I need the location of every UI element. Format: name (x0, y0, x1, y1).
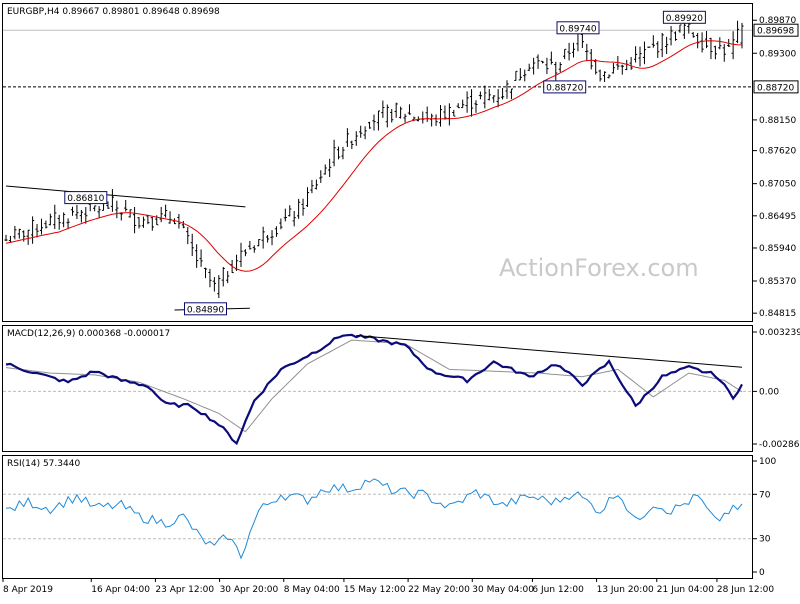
time-axis-label: 23 Apr 12:00 (155, 585, 214, 595)
time-axis-label: 6 Jun 12:00 (532, 585, 584, 595)
macd-line (5, 333, 743, 446)
rsi-line (5, 478, 743, 560)
time-axis-label: 8 Apr 2019 (3, 585, 53, 595)
macd-axis-label: 0.00 (759, 387, 779, 397)
macd-trendline (356, 334, 743, 368)
macd-axis-label: -0.002868 (759, 440, 800, 450)
macd-signal-line (5, 339, 743, 433)
rsi-axis-label: 100 (759, 457, 776, 467)
macd-layer (3, 333, 752, 446)
price-panel-title: EURGBP,H4 0.89667 0.89801 0.89648 0.8969… (7, 7, 220, 17)
eurgbp-h4-chart: ActionForex.com 0.86810 0.84890 0.89740 0.8… (0, 0, 800, 600)
time-axis-label: 30 May 04:00 (472, 585, 534, 595)
current-price-label: 0.89698 (757, 27, 794, 37)
watermark: ActionForex.com (499, 254, 699, 282)
time-axis-label: 13 Jun 20:00 (597, 585, 654, 595)
price-axis-label: 0.85940 (759, 244, 796, 254)
rsi-panel-frame (2, 455, 753, 579)
chart-canvas: ActionForex.com 0.86810 0.84890 0.89740 0.8… (2, 3, 800, 595)
rsi-layer (3, 478, 752, 560)
price-axis-label: 0.85370 (759, 277, 796, 287)
price-axis-label: 0.87620 (759, 147, 796, 157)
macd-panel-title: MACD(12,26,9) 0.000368 -0.000017 (7, 329, 170, 339)
price-axis-label: 0.88150 (759, 116, 796, 126)
price-axis-label: 0.86495 (759, 212, 796, 222)
time-axis-label: 22 May 20:00 (408, 585, 470, 595)
rsi-axis-label: 70 (759, 490, 771, 500)
rsi-axis-label: 30 (759, 535, 771, 545)
price-annotation-label: 0.89740 (559, 24, 596, 34)
time-axis-label: 28 Jun 12:00 (717, 585, 774, 595)
macd-panel-frame (2, 325, 753, 452)
price-annotation-label: 0.84890 (187, 305, 224, 315)
price-annotation-label: 0.86810 (67, 194, 104, 204)
price-axis-label: 0.87050 (759, 180, 796, 190)
time-axis-label: 16 Apr 04:00 (91, 585, 150, 595)
moving-average-line (5, 40, 743, 272)
support-level-label: 0.88720 (757, 83, 794, 93)
time-axis-label: 15 May 12:00 (344, 585, 406, 595)
time-axis-label: 30 Apr 20:00 (220, 585, 279, 595)
price-annotation-label: 0.88720 (546, 83, 583, 93)
price-axis-label: 0.89300 (759, 49, 796, 59)
price-axis-label: 0.84815 (759, 309, 796, 319)
time-axis-label: 21 Jun 04:00 (657, 585, 714, 595)
macd-axis-label: 0.003239 (759, 328, 800, 338)
rsi-panel-title: RSI(14) 57.3440 (7, 459, 80, 469)
time-axis-label: 8 May 04:00 (284, 585, 340, 595)
axis-layer: 0.898700.893000.881500.876200.870500.864… (2, 16, 800, 595)
rsi-axis-label: 0 (759, 568, 765, 578)
price-annotation-label: 0.89920 (666, 14, 703, 24)
